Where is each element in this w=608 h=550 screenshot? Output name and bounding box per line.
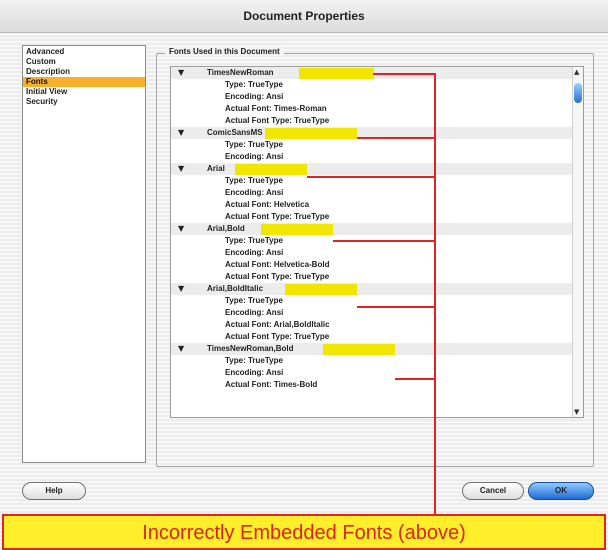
annotation-callout: Incorrectly Embedded Fonts (above) [2,514,606,550]
scroll-up-arrow-icon[interactable]: ▲ [574,68,579,76]
embedded-font-highlight [261,224,333,235]
font-property-row: Actual Font Type: TrueType [171,331,583,343]
font-property-row: Encoding: Ansi [171,151,583,163]
callout-text: Incorrectly Embedded Fonts (above) [142,522,466,544]
font-property: Actual Font Type: TrueType [225,212,330,221]
font-property: Type: TrueType [225,140,283,149]
annotation-vertical-line [434,73,436,514]
font-property-row: Actual Font: Arial,BoldItalic [171,319,583,331]
font-property: Actual Font Type: TrueType [225,272,330,281]
font-property-row: Actual Font: Helvetica [171,199,583,211]
ok-button[interactable]: OK [528,482,594,500]
font-property: Type: TrueType [225,356,283,365]
font-property-row: Actual Font: Times-Roman [171,103,583,115]
sidebar-item-custom[interactable]: Custom [23,57,145,67]
font-list[interactable]: ▼ TimesNewRoman Type: TrueType Encoding:… [170,66,584,418]
font-property-row: Type: TrueType [171,79,583,91]
help-button[interactable]: Help [22,482,86,500]
font-property: Actual Font: Arial,BoldItalic [225,320,330,329]
scroll-down-arrow-icon[interactable]: ▼ [574,408,579,416]
font-property: Encoding: Ansi [225,152,284,161]
category-list: Advanced Custom Description Fonts Initia… [22,45,146,463]
embedded-font-highlight [299,68,374,79]
font-property: Actual Font: Times-Roman [225,104,327,113]
font-property-row: Encoding: Ansi [171,91,583,103]
annotation-connector-line [307,176,436,178]
font-property-row: Encoding: Ansi [171,247,583,259]
font-property-row: Actual Font: Times-Bold [171,379,583,391]
disclosure-triangle-icon[interactable]: ▼ [178,343,184,355]
font-property: Encoding: Ansi [225,368,284,377]
font-property-row: Type: TrueType [171,355,583,367]
font-name: ComicSansMS [207,128,263,137]
embedded-font-highlight [235,164,307,175]
vertical-scrollbar[interactable]: ▲ ▼ [572,67,583,417]
font-name: Arial,BoldItalic [207,284,264,293]
font-entry-header[interactable]: ▼ Arial,Bold [171,223,583,235]
font-property: Actual Font: Helvetica-Bold [225,260,330,269]
font-property: Encoding: Ansi [225,248,284,257]
font-entry-header[interactable]: ▼ Arial [171,163,583,175]
font-property-row: Actual Font Type: TrueType [171,211,583,223]
disclosure-triangle-icon[interactable]: ▼ [178,223,184,235]
title-bar: Document Properties [0,0,608,33]
font-property-row: Encoding: Ansi [171,367,583,379]
sidebar-item-description[interactable]: Description [23,67,145,77]
disclosure-triangle-icon[interactable]: ▼ [178,67,184,79]
font-property-row: Actual Font Type: TrueType [171,115,583,127]
window-title: Document Properties [243,9,365,23]
font-property: Encoding: Ansi [225,92,284,101]
embedded-font-highlight [285,284,357,295]
font-property: Actual Font Type: TrueType [225,332,330,341]
disclosure-triangle-icon[interactable]: ▼ [178,283,184,295]
sidebar-item-security[interactable]: Security [23,97,145,107]
scroll-thumb[interactable] [574,83,582,103]
font-name: TimesNewRoman,Bold [207,344,294,353]
font-property-row: Actual Font Type: TrueType [171,271,583,283]
font-property: Actual Font: Helvetica [225,200,310,209]
font-property: Actual Font: Times-Bold [225,380,318,389]
font-property-row: Encoding: Ansi [171,307,583,319]
disclosure-triangle-icon[interactable]: ▼ [178,163,184,175]
annotation-connector-line [357,137,436,139]
font-property-row: Type: TrueType [171,139,583,151]
font-entry-header[interactable]: ▼ TimesNewRoman,Bold [171,343,583,355]
font-property-row: Encoding: Ansi [171,187,583,199]
font-entry-header[interactable]: ▼ Arial,BoldItalic [171,283,583,295]
font-property: Type: TrueType [225,296,283,305]
fonts-group-label: Fonts Used in this Document [165,47,284,56]
font-name: Arial [207,164,225,173]
disclosure-triangle-icon[interactable]: ▼ [178,127,184,139]
font-property: Encoding: Ansi [225,188,284,197]
sidebar-item-initial-view[interactable]: Initial View [23,87,145,97]
cancel-button[interactable]: Cancel [462,482,524,500]
font-property: Actual Font Type: TrueType [225,116,330,125]
annotation-connector-line [373,73,436,75]
font-property: Encoding: Ansi [225,308,284,317]
annotation-connector-line [333,240,436,242]
font-property-row: Actual Font: Helvetica-Bold [171,259,583,271]
embedded-font-highlight [265,128,357,139]
embedded-font-highlight [323,344,395,355]
annotation-connector-line [357,306,436,308]
sidebar-item-advanced[interactable]: Advanced [23,47,145,57]
font-property: Type: TrueType [225,176,283,185]
font-property: Type: TrueType [225,236,283,245]
font-name: TimesNewRoman [207,68,274,77]
sidebar-item-fonts[interactable]: Fonts [23,77,145,87]
font-property: Type: TrueType [225,80,283,89]
font-name: Arial,Bold [207,224,245,233]
annotation-connector-line [395,378,436,380]
